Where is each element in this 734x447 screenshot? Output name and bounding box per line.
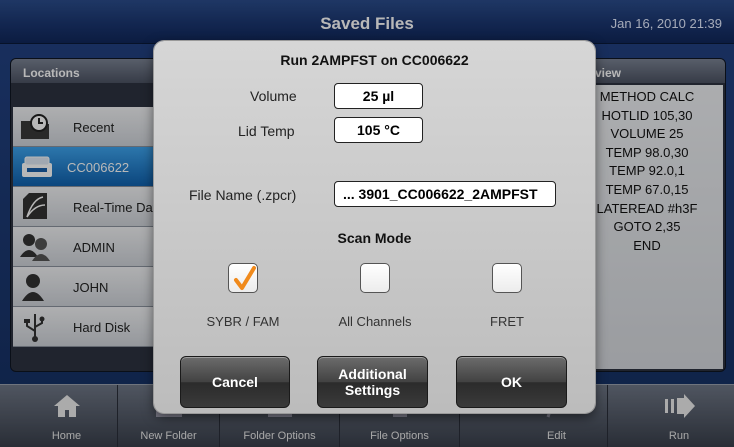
dialog-title: Run 2AMPFST on CC006622 [280, 52, 469, 68]
lid-temp-field[interactable]: 105 °C [334, 117, 423, 143]
additional-settings-line2: Settings [344, 382, 401, 398]
all-channels-checkbox[interactable] [360, 263, 390, 293]
cancel-button[interactable]: Cancel [180, 356, 290, 408]
fret-label: FRET [490, 314, 524, 329]
all-channels-label: All Channels [338, 314, 412, 329]
additional-settings-button[interactable]: Additional Settings [317, 356, 428, 408]
volume-label: Volume [250, 88, 297, 104]
sybr-fam-checkbox[interactable] [228, 263, 258, 293]
lid-temp-label: Lid Temp [238, 123, 295, 139]
scan-mode-heading: Scan Mode [337, 230, 412, 246]
sybr-fam-label: SYBR / FAM [206, 314, 280, 329]
ok-button[interactable]: OK [456, 356, 567, 408]
volume-field[interactable]: 25 µl [334, 83, 423, 109]
run-dialog: Run 2AMPFST on CC006622 Volume 25 µl Lid… [154, 41, 595, 413]
additional-settings-line1: Additional [338, 366, 407, 382]
checkmark-icon [234, 266, 256, 290]
fret-checkbox[interactable] [492, 263, 522, 293]
file-name-label: File Name (.zpcr) [189, 187, 297, 203]
file-name-field[interactable]: ... 3901_CC006622_2AMPFST [334, 181, 556, 207]
